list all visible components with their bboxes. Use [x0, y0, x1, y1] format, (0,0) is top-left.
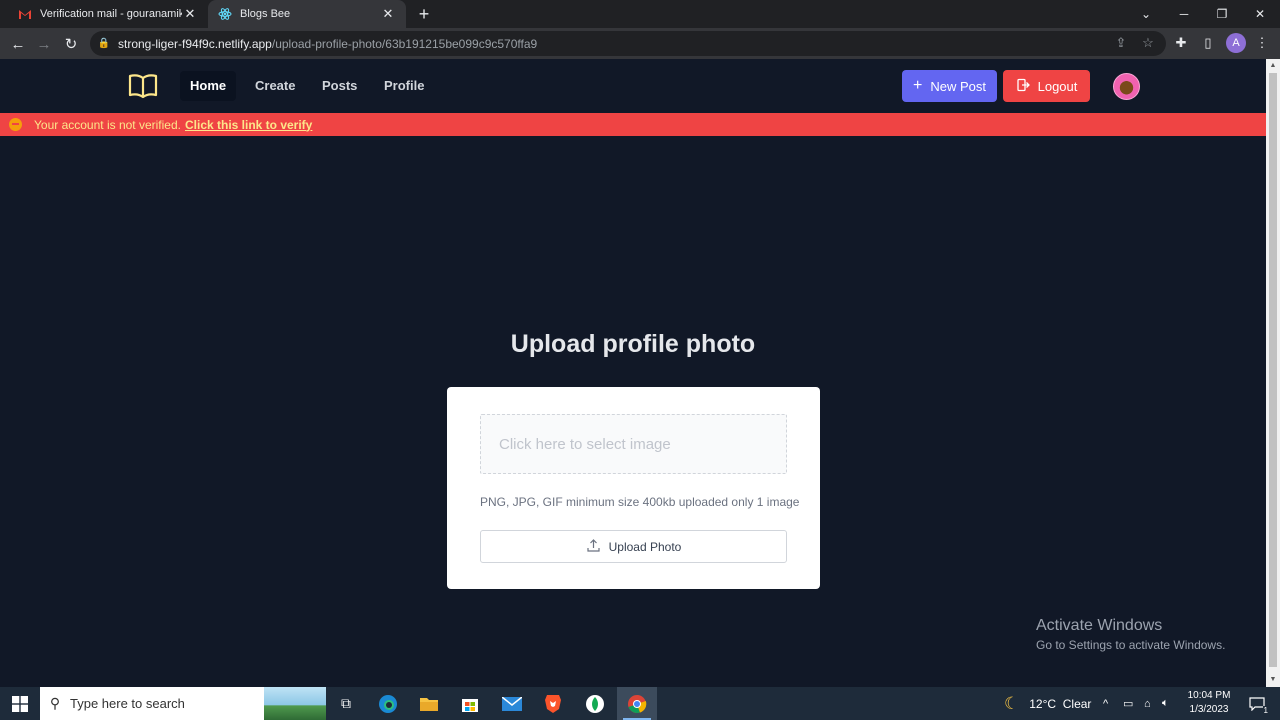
- nav-home[interactable]: Home: [180, 71, 237, 101]
- activate-windows-watermark: Activate Windows Go to Settings to activ…: [1036, 617, 1226, 652]
- clock-time: 10:04 PM: [1187, 690, 1231, 701]
- warning-icon: [9, 118, 22, 131]
- tab-title: Verification mail - gouranamika2: [40, 8, 182, 20]
- clock-date: 1/3/2023: [1189, 704, 1229, 715]
- verify-link[interactable]: Click this link to verify: [185, 118, 312, 132]
- page-viewport: Home Create Posts Profile + New Post Log…: [0, 59, 1266, 687]
- verification-banner: Your account is not verified. Click this…: [0, 113, 1266, 136]
- windows-start-icon[interactable]: [0, 687, 40, 720]
- file-explorer-icon[interactable]: [409, 687, 449, 720]
- restore-icon[interactable]: ❐: [1203, 0, 1241, 28]
- site-navbar: Home Create Posts Profile + New Post Log…: [0, 59, 1266, 113]
- taskbar-clock[interactable]: 10:04 PM 1/3/2023: [1186, 689, 1232, 717]
- bookmark-star-icon[interactable]: ☆: [1137, 32, 1159, 54]
- scroll-up-arrow-icon[interactable]: ▲: [1266, 59, 1280, 73]
- hidden-icons-chevron-icon[interactable]: ^: [1103, 687, 1108, 720]
- volume-icon[interactable]: 🔈︎: [1162, 687, 1169, 720]
- nav-create[interactable]: Create: [245, 71, 305, 101]
- logout-button[interactable]: Logout: [1003, 70, 1090, 102]
- forward-arrow-icon[interactable]: →: [32, 32, 56, 56]
- upload-icon: [586, 538, 601, 556]
- new-post-button[interactable]: + New Post: [902, 70, 997, 102]
- taskbar-search-input[interactable]: ⚲ Type here to search: [40, 687, 326, 720]
- plus-icon: +: [913, 77, 923, 94]
- address-bar[interactable]: 🔒 strong-liger-f94f9c.netlify.app/upload…: [90, 31, 1166, 56]
- logout-icon: [1016, 78, 1030, 95]
- notifications-icon[interactable]: 1: [1245, 687, 1269, 720]
- close-icon[interactable]: ✕: [182, 6, 198, 22]
- extensions-puzzle-icon[interactable]: ✚: [1170, 32, 1192, 54]
- edge-browser-icon[interactable]: [368, 687, 408, 720]
- side-panel-icon[interactable]: ▯: [1197, 32, 1219, 54]
- scroll-thumb[interactable]: [1269, 73, 1277, 667]
- react-icon: [218, 7, 232, 21]
- search-icon: ⚲: [49, 695, 61, 711]
- upload-photo-button[interactable]: Upload Photo: [480, 530, 787, 563]
- task-view-icon[interactable]: ⧉: [326, 687, 366, 720]
- browser-profile-avatar[interactable]: A: [1226, 33, 1246, 53]
- reload-icon[interactable]: ↻: [59, 32, 83, 56]
- upload-hint: PNG, JPG, GIF minimum size 400kb uploade…: [480, 495, 800, 509]
- image-select-dropzone[interactable]: Click here to select image: [480, 414, 787, 474]
- brave-browser-icon[interactable]: [533, 687, 573, 720]
- nav-posts[interactable]: Posts: [312, 71, 367, 101]
- search-placeholder: Type here to search: [70, 696, 185, 711]
- notification-count: 1: [1262, 706, 1269, 715]
- search-landscape-icon: [264, 687, 326, 720]
- browser-tab-bar: Verification mail - gouranamika2 ✕ Blogs…: [0, 0, 1280, 28]
- lock-icon: 🔒: [97, 38, 111, 49]
- network-icon[interactable]: ⌂: [1144, 687, 1151, 720]
- tab-verification-mail[interactable]: Verification mail - gouranamika2 ✕: [8, 0, 208, 28]
- tab-search-chevron-icon[interactable]: ⌄: [1127, 0, 1165, 28]
- browser-menu-icon[interactable]: ⋮: [1251, 32, 1273, 54]
- new-post-label: New Post: [930, 78, 986, 94]
- user-avatar[interactable]: [1113, 73, 1140, 100]
- battery-icon[interactable]: ▭: [1123, 687, 1133, 720]
- new-tab-plus-icon[interactable]: +: [414, 4, 434, 24]
- gmail-icon: [18, 7, 32, 21]
- weather-widget[interactable]: ☾ 12°C Clear: [1004, 687, 1091, 720]
- mail-icon[interactable]: [492, 687, 532, 720]
- moon-icon: ☾: [1004, 693, 1020, 713]
- tab-title: Blogs Bee: [240, 8, 291, 20]
- share-icon[interactable]: ⇪: [1110, 32, 1132, 54]
- windows-taskbar: ⚲ Type here to search ⧉ ☾ 12°C Clear ^ ▭…: [0, 687, 1280, 720]
- scroll-down-arrow-icon[interactable]: ▼: [1266, 673, 1280, 687]
- weather-text: 12°C Clear: [1029, 696, 1092, 711]
- banner-text: Your account is not verified.: [34, 117, 181, 132]
- page-scrollbar[interactable]: ▲ ▼: [1266, 59, 1280, 687]
- chrome-taskbar-icon[interactable]: [617, 687, 657, 720]
- minimize-icon[interactable]: ─: [1165, 0, 1203, 28]
- open-book-logo-icon[interactable]: [128, 73, 158, 99]
- url-text: strong-liger-f94f9c.netlify.app/upload-p…: [118, 36, 538, 51]
- close-icon[interactable]: ✕: [380, 6, 396, 22]
- page-title: Upload profile photo: [510, 330, 756, 358]
- back-arrow-icon[interactable]: ←: [6, 32, 30, 56]
- microsoft-store-icon[interactable]: [450, 687, 490, 720]
- upload-photo-label: Upload Photo: [608, 539, 682, 554]
- upload-card: Click here to select image PNG, JPG, GIF…: [447, 387, 820, 589]
- leaf-app-icon[interactable]: [575, 687, 615, 720]
- tab-blogs-bee[interactable]: Blogs Bee ✕: [208, 0, 406, 28]
- window-close-icon[interactable]: ✕: [1241, 0, 1279, 28]
- nav-profile[interactable]: Profile: [374, 71, 434, 101]
- browser-toolbar: ← → ↻ 🔒 strong-liger-f94f9c.netlify.app/…: [0, 28, 1280, 59]
- logout-label: Logout: [1037, 78, 1078, 94]
